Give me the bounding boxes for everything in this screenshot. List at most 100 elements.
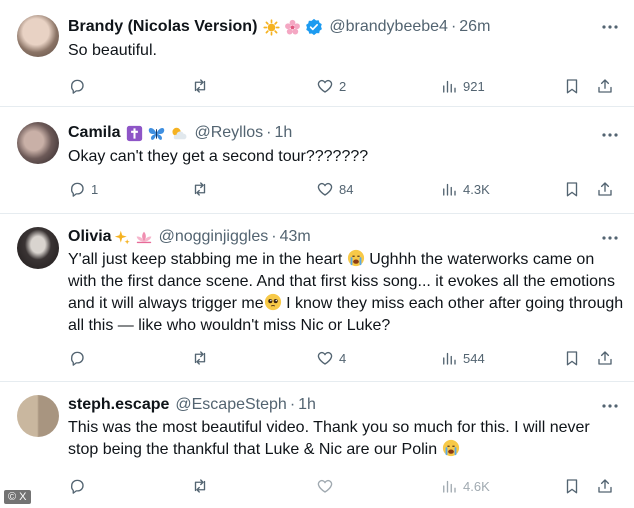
avatar[interactable] xyxy=(17,395,59,437)
bookmark-icon xyxy=(563,349,581,367)
bookmark-icon xyxy=(563,477,581,495)
loudly-crying-face-emoji xyxy=(347,249,365,267)
views-button[interactable]: 544 xyxy=(440,346,485,370)
reply-button[interactable] xyxy=(68,74,91,98)
tweet-olivia[interactable]: Olivia @nogginjiggles · 43m Y'all just k… xyxy=(0,215,634,382)
reply-button[interactable] xyxy=(68,474,91,498)
display-name[interactable]: Olivia xyxy=(68,228,112,246)
retweet-button[interactable] xyxy=(191,74,209,98)
tweet-text: Y'all just keep stabbing me in the heart… xyxy=(68,249,624,334)
cherry-blossom-emoji xyxy=(285,19,301,34)
reply-icon xyxy=(68,180,86,198)
more-icon[interactable] xyxy=(600,399,620,413)
user-handle[interactable]: @Reyllos xyxy=(194,124,263,142)
share-icon xyxy=(596,77,614,95)
views-button[interactable]: 4.3K xyxy=(440,177,490,201)
views-icon xyxy=(440,349,458,367)
avatar[interactable] xyxy=(17,227,59,269)
retweet-button[interactable] xyxy=(191,346,209,370)
user-handle[interactable]: @brandybeebe4 xyxy=(329,18,448,36)
share-button[interactable] xyxy=(596,177,614,201)
tweet-text: This was the most beautiful video. Thank… xyxy=(68,419,590,458)
separator-dot: · xyxy=(266,124,272,141)
avatar[interactable] xyxy=(17,122,59,164)
sparkles-emoji xyxy=(114,230,130,244)
view-count: 921 xyxy=(463,78,485,94)
pleading-face-emoji xyxy=(264,293,282,311)
copyright-watermark: © X xyxy=(4,490,31,504)
retweet-icon xyxy=(191,180,209,198)
retweet-button[interactable] xyxy=(191,474,209,498)
tweet-header: Brandy (Nicolas Version) @brandybeebe4 ·… xyxy=(68,15,594,39)
tweet-steph[interactable]: steph.escape @EscapeSteph · 1h This was … xyxy=(0,383,634,508)
like-button[interactable] xyxy=(316,474,339,498)
reply-button[interactable]: 1 xyxy=(68,177,98,201)
like-count: 2 xyxy=(339,78,347,94)
like-button[interactable]: 4 xyxy=(316,346,346,370)
display-name[interactable]: Brandy (Nicolas Version) xyxy=(68,18,257,36)
more-icon[interactable] xyxy=(600,231,620,245)
bookmark-button[interactable] xyxy=(563,346,581,370)
bookmark-icon xyxy=(563,180,581,198)
timestamp[interactable]: 1h xyxy=(298,396,316,414)
like-icon xyxy=(316,349,334,367)
verified-badge-icon xyxy=(306,18,323,36)
timestamp[interactable]: 1h xyxy=(275,124,293,142)
display-name[interactable]: steph.escape xyxy=(68,396,169,414)
share-button[interactable] xyxy=(596,474,614,498)
bookmark-button[interactable] xyxy=(563,74,581,98)
share-button[interactable] xyxy=(596,346,614,370)
sun-emoji xyxy=(263,18,280,36)
more-icon[interactable] xyxy=(600,20,620,34)
views-icon xyxy=(440,477,458,495)
like-button[interactable]: 2 xyxy=(316,74,346,98)
user-handle[interactable]: @nogginjiggles xyxy=(159,228,269,246)
like-button[interactable]: 84 xyxy=(316,177,353,201)
tweet-camila[interactable]: Camila @Reyllos · 1h Okay can't they get… xyxy=(0,108,634,214)
tweet-header: steph.escape @EscapeSteph · 1h xyxy=(68,393,594,417)
timestamp[interactable]: 43m xyxy=(280,228,311,246)
views-button[interactable]: 4.6K xyxy=(440,474,490,498)
action-bar: 4.6K xyxy=(68,474,618,498)
like-icon xyxy=(316,77,334,95)
tweet-header: Olivia @nogginjiggles · 43m xyxy=(68,225,594,249)
timestamp[interactable]: 26m xyxy=(459,18,490,36)
action-bar: 2 921 xyxy=(68,74,618,98)
reply-icon xyxy=(68,477,86,495)
action-bar: 4 544 xyxy=(68,346,618,370)
more-icon[interactable] xyxy=(600,128,620,142)
bookmark-icon xyxy=(563,77,581,95)
reply-button[interactable] xyxy=(68,346,91,370)
share-button[interactable] xyxy=(596,74,614,98)
view-count: 544 xyxy=(463,350,485,366)
retweet-icon xyxy=(191,77,209,95)
separator-dot: · xyxy=(289,396,296,413)
view-count: 4.3K xyxy=(463,181,490,197)
share-icon xyxy=(596,349,614,367)
separator-dot: · xyxy=(450,18,457,35)
share-icon xyxy=(596,477,614,495)
bookmark-button[interactable] xyxy=(563,474,581,498)
tweet-brandy[interactable]: Brandy (Nicolas Version) @brandybeebe4 ·… xyxy=(0,0,634,107)
like-icon xyxy=(316,180,334,198)
loudly-crying-face-emoji xyxy=(442,439,460,457)
retweet-icon xyxy=(191,349,209,367)
views-icon xyxy=(440,77,458,95)
retweet-button[interactable] xyxy=(191,177,209,201)
reply-feed: Brandy (Nicolas Version) @brandybeebe4 ·… xyxy=(0,0,634,508)
view-count: 4.6K xyxy=(463,478,490,494)
butterfly-emoji xyxy=(149,127,165,140)
user-handle[interactable]: @EscapeSteph xyxy=(175,396,286,414)
tweet-header: Camila @Reyllos · 1h xyxy=(68,121,594,145)
views-icon xyxy=(440,180,458,198)
bookmark-button[interactable] xyxy=(563,177,581,201)
avatar[interactable] xyxy=(17,15,59,57)
lotus-emoji xyxy=(136,231,151,243)
like-icon xyxy=(316,477,334,495)
like-count: 84 xyxy=(339,181,354,197)
like-count: 4 xyxy=(339,350,347,366)
reply-icon xyxy=(68,349,86,367)
display-name[interactable]: Camila xyxy=(68,124,120,142)
views-button[interactable]: 921 xyxy=(440,74,485,98)
tweet-text: So beautiful. xyxy=(68,42,157,59)
